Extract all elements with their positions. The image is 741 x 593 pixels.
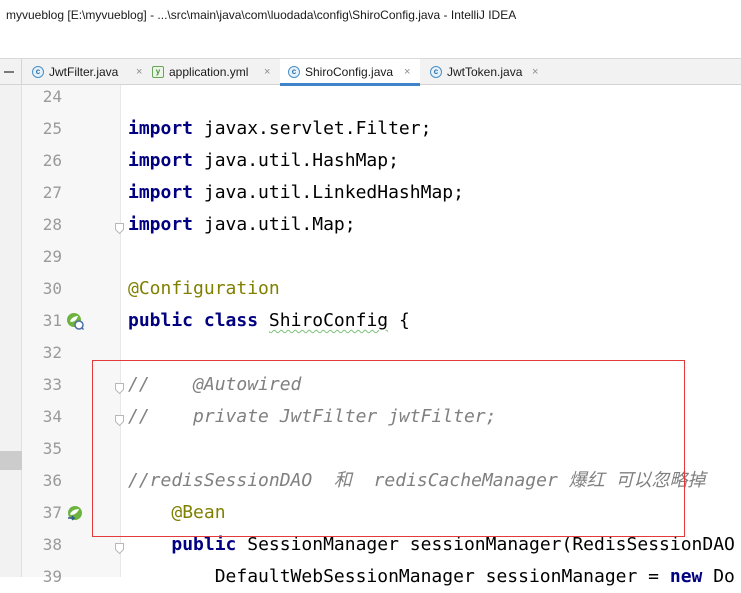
java-class-icon: c <box>288 66 300 78</box>
code-token: public <box>171 534 237 555</box>
line-number: 28 <box>42 215 62 234</box>
tab-application-yml[interactable]: y application.yml × <box>152 59 278 85</box>
fold-marker-icon[interactable] <box>115 221 124 235</box>
window-title: myvueblog [E:\myvueblog] - ...\src\main\… <box>0 0 741 30</box>
tab-jwttoken[interactable]: c JwtToken.java × <box>430 59 546 85</box>
code-line[interactable]: DefaultWebSessionManager sessionManager … <box>128 561 735 593</box>
code-line[interactable]: //redisSessionDAO 和 redisCacheManager 爆红… <box>128 465 705 497</box>
code-line[interactable]: @Configuration <box>128 273 280 305</box>
left-tool-strip <box>0 85 22 577</box>
code-token: public <box>128 310 194 331</box>
yml-file-icon: y <box>152 66 164 78</box>
line-number: 35 <box>42 439 62 458</box>
code-line[interactable]: import java.util.HashMap; <box>128 145 399 177</box>
line-number: 25 <box>42 119 62 138</box>
code-line[interactable]: // @Autowired <box>128 369 301 401</box>
line-number: 33 <box>42 375 62 394</box>
code-token: { <box>388 310 410 331</box>
code-token: java.util.Map; <box>193 214 356 235</box>
close-icon[interactable]: × <box>264 59 270 85</box>
code-token: import <box>128 150 194 171</box>
code-token: import <box>128 214 194 235</box>
code-line[interactable]: // private JwtFilter jwtFilter; <box>128 401 496 433</box>
line-number: 37 <box>42 503 62 522</box>
line-number: 29 <box>42 247 62 266</box>
code-token: javax.servlet.Filter; <box>193 118 432 139</box>
line-number: 24 <box>42 87 62 106</box>
code-token: // private JwtFilter jwtFilter; <box>128 406 497 427</box>
scroll-marker[interactable] <box>0 451 22 470</box>
code-token: import <box>128 118 194 139</box>
code-line[interactable]: import java.util.Map; <box>128 209 356 241</box>
code-token: // @Autowired <box>128 374 302 395</box>
code-line[interactable]: public SessionManager sessionManager(Red… <box>128 529 735 561</box>
close-icon[interactable]: × <box>404 59 410 85</box>
line-number: 30 <box>42 279 62 298</box>
line-number: 36 <box>42 471 62 490</box>
code-line[interactable]: @Bean <box>128 497 226 529</box>
code-token: java.util.LinkedHashMap; <box>193 182 464 203</box>
tab-label: ShiroConfig.java <box>305 65 394 79</box>
line-number: 32 <box>42 343 62 362</box>
code-line[interactable]: public class ShiroConfig { <box>128 305 410 337</box>
code-token: @Bean <box>171 502 226 523</box>
fold-marker-icon[interactable] <box>115 541 124 555</box>
editor-tab-bar: c JwtFilter.java × y application.yml × c… <box>0 58 741 86</box>
java-class-icon: c <box>32 66 44 78</box>
tab-label: JwtToken.java <box>447 65 523 79</box>
line-number: 34 <box>42 407 62 426</box>
line-number: 27 <box>42 183 62 202</box>
line-number: 39 <box>42 567 62 586</box>
java-class-icon: c <box>430 66 442 78</box>
line-number: 26 <box>42 151 62 170</box>
code-token: //redisSessionDAO 和 redisCacheManager 爆红… <box>128 470 706 491</box>
tab-label: application.yml <box>169 65 249 79</box>
code-line[interactable]: import java.util.LinkedHashMap; <box>128 177 464 209</box>
gutter-separator <box>120 85 121 577</box>
fold-marker-icon[interactable] <box>115 381 124 395</box>
toolbar-area <box>0 30 741 58</box>
minus-icon <box>4 71 14 73</box>
fold-marker-icon[interactable] <box>115 413 124 427</box>
close-icon[interactable]: × <box>532 59 538 85</box>
line-number: 38 <box>42 535 62 554</box>
tab-bar-left-stub <box>0 59 22 85</box>
tab-shiroconfig[interactable]: c ShiroConfig.java × <box>280 59 420 86</box>
spring-bean-navigate-icon[interactable] <box>66 504 84 522</box>
code-token: ShiroConfig <box>268 310 389 331</box>
code-token: import <box>128 182 194 203</box>
code-token: class <box>203 310 259 331</box>
code-token: SessionManager sessionManager(RedisSessi… <box>236 534 735 555</box>
spring-bean-icon[interactable] <box>66 312 85 331</box>
line-number: 31 <box>42 311 62 330</box>
code-token: @Configuration <box>128 278 280 299</box>
code-token: java.util.HashMap; <box>193 150 399 171</box>
close-icon[interactable]: × <box>136 59 142 85</box>
code-line[interactable]: import javax.servlet.Filter; <box>128 113 431 145</box>
active-tab-indicator <box>280 83 420 86</box>
